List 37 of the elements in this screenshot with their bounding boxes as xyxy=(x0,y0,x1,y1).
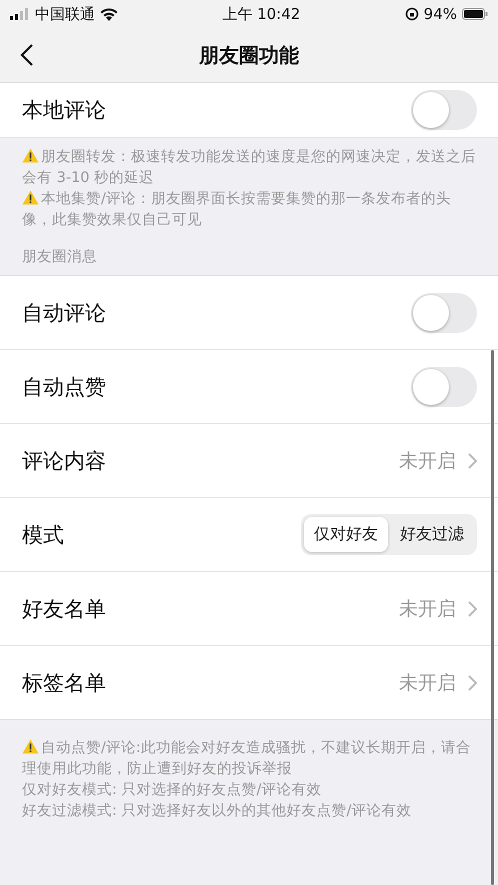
page-title: 朋友圈功能 xyxy=(199,42,299,68)
segment-option[interactable]: 好友过滤 xyxy=(390,517,474,552)
settings-row[interactable]: 本地评论 xyxy=(0,83,498,138)
chevron-icon xyxy=(468,452,477,468)
wifi-icon xyxy=(100,8,118,20)
row-label: 好友名单 xyxy=(22,596,106,622)
note-text: 自动点赞/评论:此功能会对好友造成骚扰，不建议长期开启，请合理使用此功能，防止遭到好友的投诉举报 xyxy=(22,738,472,779)
warning-icon xyxy=(22,190,39,205)
section-header: 朋友圈消息 xyxy=(21,248,98,267)
chevron-icon xyxy=(468,600,477,616)
clock-text: 上午 10:42 xyxy=(222,4,300,24)
warning-icon xyxy=(22,148,39,163)
note-text: 本地集赞/评论：朋友圈界面长按需要集赞的那一条发布者的头像，此集赞效果仅自己可见 xyxy=(22,189,452,230)
segment-option[interactable]: 仅对好友 xyxy=(304,517,388,552)
row-label: 评论内容 xyxy=(22,448,106,474)
row-label: 本地评论 xyxy=(22,97,106,124)
note-text: 朋友圈转发：极速转发功能发送的速度是您的网速决定，发送之后会有 3-10 秒的延迟 xyxy=(22,147,477,188)
value-text: 未开启 xyxy=(399,670,456,696)
note-text: 仅对好友模式: 只对选择的好友点赞/评论有效 xyxy=(22,781,322,800)
battery-text: 94% xyxy=(424,5,457,23)
value-text: 未开启 xyxy=(399,448,456,474)
chevron-icon xyxy=(468,674,477,690)
carrier-text: 中国联通 xyxy=(35,4,95,24)
row-label: 标签名单 xyxy=(22,670,106,696)
value-text: 未开启 xyxy=(399,596,456,622)
rotation-lock-icon xyxy=(404,7,419,21)
row-label: 自动评论 xyxy=(22,300,106,326)
warning-icon xyxy=(22,739,39,754)
note-text: 好友过滤模式: 只对选择好友以外的其他好友点赞/评论有效 xyxy=(22,802,412,821)
row-label: 模式 xyxy=(22,522,64,548)
toggle-switch[interactable] xyxy=(411,292,477,332)
toggle-switch[interactable] xyxy=(411,366,477,406)
toggle-switch[interactable] xyxy=(411,90,477,130)
signal-icon xyxy=(10,8,30,20)
back-icon[interactable] xyxy=(20,43,34,67)
row-label: 自动点赞 xyxy=(22,374,106,400)
battery-icon xyxy=(462,8,488,20)
